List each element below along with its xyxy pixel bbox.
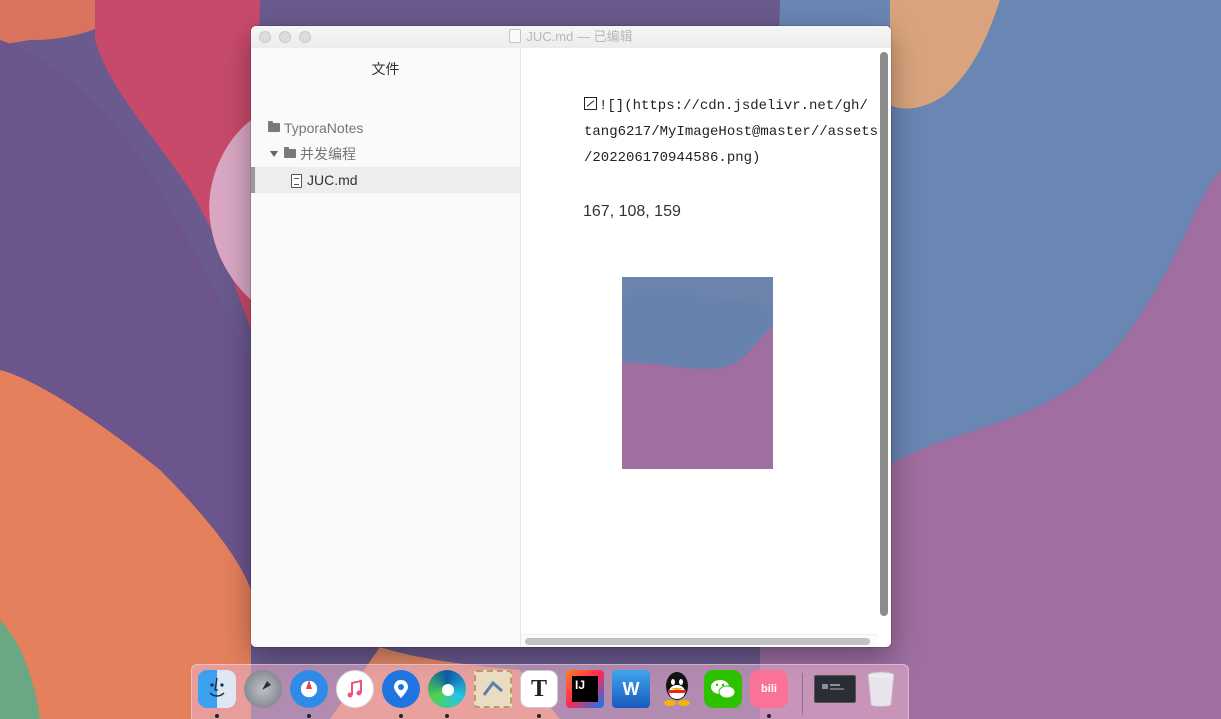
intellij-icon[interactable]: IJ	[566, 670, 604, 708]
embedded-image[interactable]	[622, 277, 773, 469]
chevron-down-icon[interactable]	[270, 151, 278, 157]
qq-icon[interactable]	[658, 670, 696, 708]
pin-app-icon[interactable]	[382, 670, 420, 708]
file-icon	[291, 174, 302, 188]
word-icon-label: W	[622, 678, 640, 699]
broken-image-icon	[584, 97, 597, 110]
title-bar[interactable]: JUC.md — 已编辑	[251, 26, 891, 49]
launchpad-icon[interactable]	[244, 670, 282, 708]
running-indicator	[215, 714, 219, 718]
markdown-image-source[interactable]: ![](https://cdn.jsdelivr.net/gh/ tang621…	[584, 93, 884, 171]
sidebar-item-juc-md[interactable]: JUC.md	[251, 167, 520, 193]
vertical-scrollbar[interactable]	[880, 52, 888, 616]
sidebar-item-typoranotes[interactable]: TyporaNotes	[251, 115, 520, 141]
sidebar-item-label: JUC.md	[307, 172, 358, 188]
running-indicator	[767, 714, 771, 718]
typora-icon[interactable]: T	[520, 670, 558, 708]
word-icon[interactable]: W	[612, 670, 650, 708]
folder-icon	[268, 121, 280, 132]
source-line: tang6217/MyImageHost@master//assets	[584, 124, 879, 140]
window-title: JUC.md — 已编辑	[251, 26, 891, 48]
typora-window: JUC.md — 已编辑 文件 TyporaNotes 并发编程 JUC.md …	[251, 26, 891, 647]
edge-icon[interactable]	[428, 670, 466, 708]
running-indicator	[537, 714, 541, 718]
sidebar-item-label: 并发编程	[300, 146, 356, 162]
finder-icon[interactable]	[198, 670, 236, 708]
running-indicator	[307, 714, 311, 718]
sidebar-item-label: TyporaNotes	[284, 120, 364, 136]
file-sidebar: 文件 TyporaNotes 并发编程 JUC.md	[251, 48, 521, 647]
source-line: ![](https://cdn.jsdelivr.net/gh/	[584, 93, 884, 119]
image-graphic	[622, 277, 773, 469]
dock: T IJ W bili	[191, 664, 909, 719]
bilibili-icon[interactable]: bili	[750, 670, 788, 708]
sidebar-title: 文件	[371, 61, 400, 77]
intellij-icon-label: IJ	[575, 678, 586, 692]
bilibili-icon-label: bili	[761, 683, 777, 695]
running-indicator	[399, 714, 403, 718]
folder-icon	[284, 147, 296, 158]
document-icon	[509, 29, 522, 43]
source-line: /202206170944586.png)	[584, 150, 761, 166]
horizontal-scrollbar[interactable]	[525, 638, 870, 645]
dock-separator	[802, 673, 803, 715]
sidebar-item-concurrency[interactable]: 并发编程	[251, 141, 520, 167]
wechat-icon[interactable]	[704, 670, 742, 708]
horizontal-scroll-track	[521, 634, 877, 647]
window-title-text: JUC.md — 已编辑	[526, 29, 633, 44]
mail-stamp-icon[interactable]	[474, 670, 512, 708]
window-thumbnail-icon[interactable]	[814, 675, 856, 703]
running-indicator	[445, 714, 449, 718]
rgb-paragraph[interactable]: 167, 108, 159	[583, 203, 681, 221]
source-line-text: ![](https://cdn.jsdelivr.net/gh/	[599, 98, 868, 114]
typora-icon-label: T	[530, 675, 547, 702]
safari-icon[interactable]	[290, 670, 328, 708]
trash-icon[interactable]	[862, 670, 900, 708]
music-icon[interactable]	[336, 670, 374, 708]
desktop: JUC.md — 已编辑 文件 TyporaNotes 并发编程 JUC.md …	[0, 0, 1221, 719]
editor-pane[interactable]: ![](https://cdn.jsdelivr.net/gh/ tang621…	[521, 48, 891, 647]
